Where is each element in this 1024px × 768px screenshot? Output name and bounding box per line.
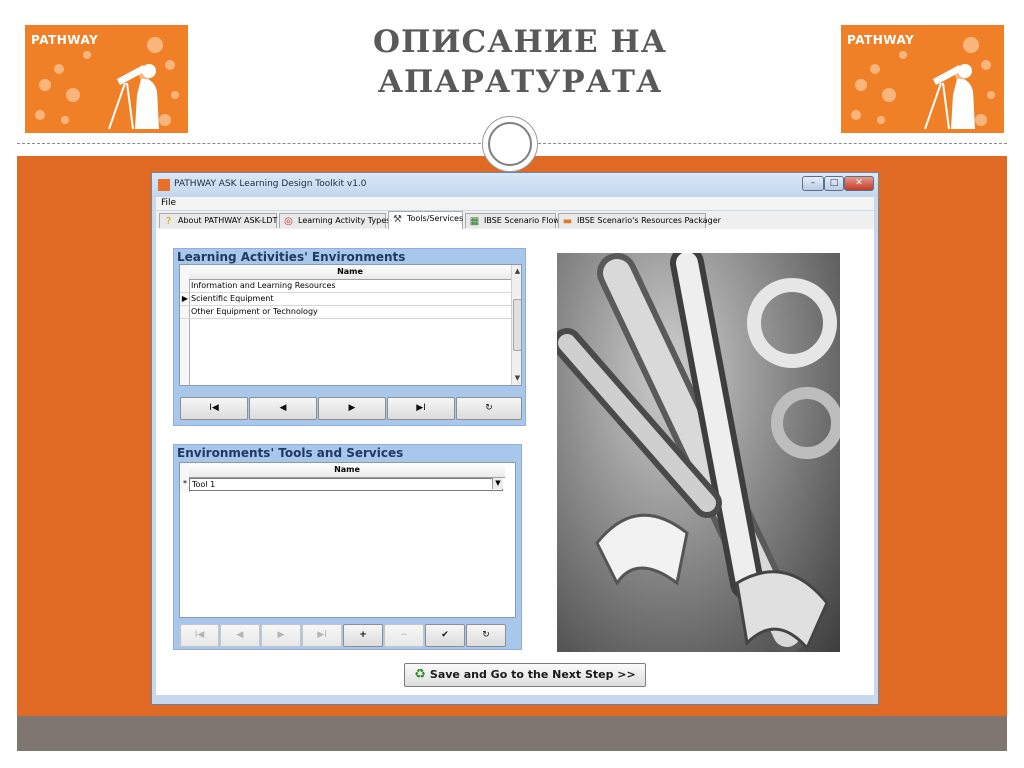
tab-learning-activity-types[interactable]: ◎ Learning Activity Types xyxy=(279,213,390,228)
table-row[interactable]: ▶ Scientific Equipment xyxy=(180,293,511,306)
table-row-new[interactable]: * Tool 1 ▼ xyxy=(180,478,505,491)
package-icon: ▬ xyxy=(562,216,573,227)
pathway-logo-left: PATHWAY xyxy=(25,25,188,133)
activities-group-title: Learning Activities' Environments xyxy=(177,250,406,264)
chevron-down-icon[interactable]: ▼ xyxy=(492,478,503,489)
tab-label: IBSE Scenario Flow xyxy=(484,216,560,225)
logo-text: PATHWAY xyxy=(847,33,915,47)
delete-record-button[interactable]: − xyxy=(384,624,424,647)
maximize-button[interactable]: □ xyxy=(824,176,844,191)
tab-label: IBSE Scenario's Resources Packager xyxy=(577,216,721,225)
refresh-button[interactable]: ↻ xyxy=(466,624,506,647)
previous-record-button[interactable]: ◀ xyxy=(220,624,260,647)
tab-about[interactable]: ? About PATHWAY ASK-LDT xyxy=(159,213,277,228)
row-name: Information and Learning Resources xyxy=(191,281,336,290)
tab-ibse-scenario-flow[interactable]: ▦ IBSE Scenario Flow xyxy=(465,213,560,228)
slide-title-line1: ОПИСАНИЕ НА xyxy=(372,24,668,60)
activities-name-header[interactable]: Name xyxy=(189,265,511,280)
flow-icon: ▦ xyxy=(469,216,480,227)
table-row[interactable]: Other Equipment or Technology xyxy=(180,306,511,319)
first-record-button[interactable]: I◀ xyxy=(180,624,219,647)
scroll-up-arrow-icon[interactable]: ▲ xyxy=(512,266,521,277)
last-record-button[interactable]: ▶I xyxy=(387,397,455,420)
tab-label: About PATHWAY ASK-LDT xyxy=(178,216,278,225)
menu-file[interactable]: File xyxy=(161,198,176,208)
tab-label: Tools/Services xyxy=(407,214,464,223)
tools-grid: Name * Tool 1 ▼ xyxy=(179,462,516,618)
first-record-button[interactable]: I◀ xyxy=(180,397,248,420)
slide-title-line2: АПАРАТУРАТА xyxy=(377,64,663,100)
next-record-button[interactable]: ▶ xyxy=(261,624,301,647)
scroll-down-arrow-icon[interactable]: ▼ xyxy=(512,373,521,384)
gray-footer-band xyxy=(17,716,1007,751)
row-name: Scientific Equipment xyxy=(191,294,274,303)
menu-bar: File xyxy=(156,197,874,210)
add-record-button[interactable]: + xyxy=(343,624,383,647)
tab-resources-packager[interactable]: ▬ IBSE Scenario's Resources Packager xyxy=(558,213,721,228)
tools-group: Environments' Tools and Services Name * … xyxy=(173,444,522,650)
new-row-marker: * xyxy=(183,479,187,488)
save-next-step-button[interactable]: ♻ Save and Go to the Next Step >> xyxy=(404,663,646,687)
table-row[interactable]: Information and Learning Resources xyxy=(180,280,511,293)
app-icon xyxy=(158,179,170,191)
tools-icon: ⚒ xyxy=(393,214,402,225)
minimize-button[interactable]: – xyxy=(802,176,824,191)
scroll-thumb[interactable] xyxy=(513,299,521,351)
logo-text: PATHWAY xyxy=(31,33,99,47)
row-marker: ▶ xyxy=(181,294,189,303)
activities-scrollbar[interactable]: ▲ ▼ xyxy=(511,265,521,385)
next-record-button[interactable]: ▶ xyxy=(318,397,386,420)
circle-ornament xyxy=(482,116,538,172)
save-button-label: Save and Go to the Next Step >> xyxy=(429,668,636,681)
tab-label: Learning Activity Types xyxy=(298,216,391,225)
window-title: PATHWAY ASK Learning Design Toolkit v1.0 xyxy=(174,179,367,189)
close-button[interactable]: ✕ xyxy=(844,176,874,191)
last-record-button[interactable]: ▶I xyxy=(302,624,342,647)
pathway-logo-right: PATHWAY xyxy=(841,25,1004,133)
activities-grid: Name Information and Learning Resources … xyxy=(179,264,522,386)
question-icon: ? xyxy=(165,216,172,227)
refresh-button[interactable]: ↻ xyxy=(456,397,522,420)
row-name: Other Equipment or Technology xyxy=(191,307,318,316)
slide-title: ОПИСАНИЕ НА АПАРАТУРАТА xyxy=(300,22,740,102)
tools-name-header[interactable]: Name xyxy=(189,463,505,478)
tab-tools-services[interactable]: ⚒ Tools/Services xyxy=(388,211,463,229)
wrenches-photo xyxy=(557,253,840,652)
tab-strip: ? About PATHWAY ASK-LDT ◎ Learning Activ… xyxy=(156,211,874,230)
wrenches-image-icon xyxy=(557,253,840,652)
save-record-button[interactable]: ✔ xyxy=(425,624,465,647)
target-icon: ◎ xyxy=(284,216,293,227)
circle-ornament-inner xyxy=(488,122,532,166)
previous-record-button[interactable]: ◀ xyxy=(249,397,317,420)
recycle-icon: ♻ xyxy=(414,667,426,682)
tools-group-title: Environments' Tools and Services xyxy=(177,446,404,460)
activities-group: Learning Activities' Environments Name I… xyxy=(173,248,526,426)
window-title-bar[interactable]: PATHWAY ASK Learning Design Toolkit v1.0… xyxy=(152,173,878,197)
tool-name-input[interactable]: Tool 1 xyxy=(189,478,503,491)
